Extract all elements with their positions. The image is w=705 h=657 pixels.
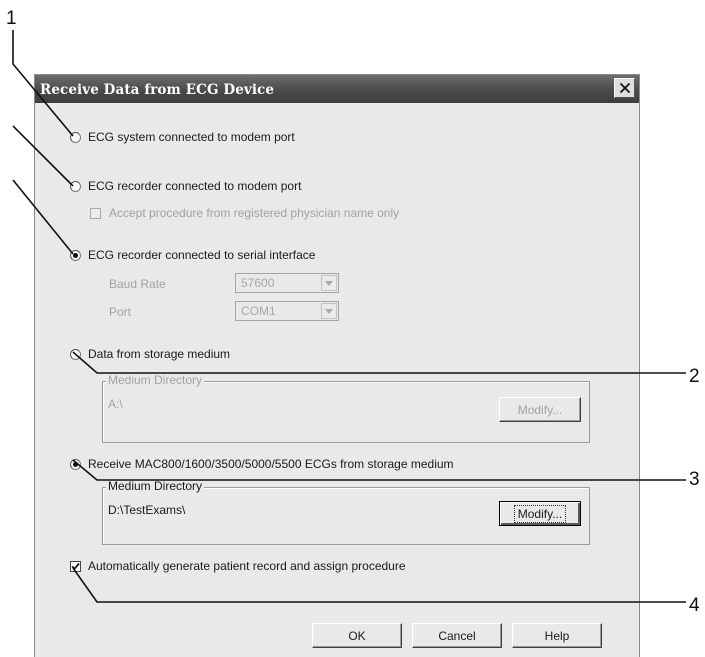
port-select[interactable]: COM1: [235, 301, 339, 321]
title-bar: Receive Data from ECG Device: [35, 75, 639, 103]
port-dropdown-button[interactable]: [321, 303, 337, 319]
mac-storage-radio[interactable]: [70, 459, 81, 470]
mac-storage-label: Receive MAC800/1600/3500/5000/5500 ECGs …: [88, 457, 454, 471]
close-icon: [619, 82, 630, 94]
storage-medium-radio[interactable]: [70, 349, 81, 360]
mac-modify-button[interactable]: Modify...: [499, 501, 581, 526]
cancel-button[interactable]: Cancel: [412, 623, 502, 648]
auto-generate-label: Automatically generate patient record an…: [88, 559, 406, 573]
modem-recorder-label: ECG recorder connected to modem port: [88, 179, 302, 193]
close-button[interactable]: [614, 78, 635, 98]
mac-modify-label: Modify...: [513, 504, 567, 523]
chevron-down-icon: [325, 280, 333, 286]
mac-group-label: Medium Directory: [106, 479, 205, 493]
storage-medium-label: Data from storage medium: [88, 347, 231, 361]
ok-button[interactable]: OK: [312, 623, 402, 648]
checkmark-icon: [71, 562, 80, 571]
auto-generate-checkbox[interactable]: [70, 561, 81, 572]
mac-directory-value: D:\TestExams\: [108, 503, 186, 517]
baud-rate-dropdown-button[interactable]: [321, 275, 337, 291]
modem-recorder-radio[interactable]: [70, 181, 81, 192]
baud-rate-value: 57600: [241, 276, 275, 290]
storage-modify-button[interactable]: Modify...: [499, 397, 581, 422]
callout-3: 3: [689, 469, 700, 490]
callout-4: 4: [689, 595, 700, 616]
serial-interface-label: ECG recorder connected to serial interfa…: [88, 248, 316, 262]
storage-directory-value: A:\: [108, 397, 123, 411]
dialog-title: Receive Data from ECG Device: [40, 82, 275, 98]
port-label: Port: [109, 305, 132, 319]
accept-registered-checkbox[interactable]: [90, 208, 101, 219]
serial-interface-radio[interactable]: [70, 250, 81, 261]
port-value: COM1: [241, 304, 276, 318]
accept-registered-label: Accept procedure from registered physici…: [109, 206, 400, 220]
modem-system-radio[interactable]: [70, 132, 81, 143]
help-button[interactable]: Help: [512, 623, 602, 648]
chevron-down-icon: [325, 308, 333, 314]
baud-rate-select[interactable]: 57600: [235, 273, 339, 293]
storage-group-label: Medium Directory: [106, 373, 205, 387]
baud-rate-label: Baud Rate: [109, 277, 166, 291]
modem-system-label: ECG system connected to modem port: [88, 130, 295, 144]
callout-1: 1: [6, 8, 17, 29]
callout-2: 2: [689, 366, 700, 387]
receive-data-dialog: Receive Data from ECG Device ECG system …: [34, 74, 640, 657]
